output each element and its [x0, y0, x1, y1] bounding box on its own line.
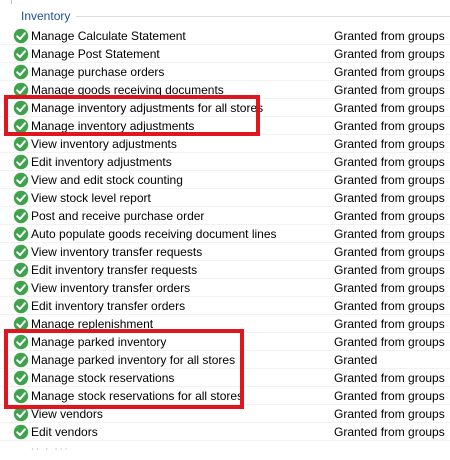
green-check-icon [13, 226, 29, 242]
green-check-icon [13, 244, 29, 260]
permission-row[interactable]: Manage purchase orders Granted from group… [0, 63, 450, 81]
permission-row[interactable]: Manage inventory adjustments for all sto… [0, 99, 450, 117]
permission-name: View inventory transfer requests [31, 245, 203, 259]
group-header-inventory[interactable]: Inventory [14, 9, 450, 23]
permission-status: Granted from groups [334, 371, 445, 385]
green-check-icon [13, 424, 29, 440]
permission-name: View inventory adjustments [31, 137, 177, 151]
permission-name: Manage Calculate Statement [31, 29, 186, 43]
permission-status: Granted from groups [334, 29, 445, 43]
permission-row[interactable]: View vendors Granted from groups [0, 405, 450, 423]
green-check-icon [13, 100, 29, 116]
permission-name: Manage stock reservations for all stores [31, 389, 244, 403]
permission-name: Manage stock reservations [31, 371, 175, 385]
permission-status: Granted from groups [334, 101, 445, 115]
green-check-icon [13, 64, 29, 80]
permission-status: Granted from groups [334, 137, 445, 151]
green-check-icon [13, 370, 29, 386]
row-divider [0, 440, 450, 441]
permission-status: Granted from groups [334, 245, 445, 259]
permission-row[interactable]: Manage replenishment Granted from groups [0, 315, 450, 333]
permission-name: Post and receive purchase order [31, 209, 205, 223]
permission-row[interactable]: Manage inventory adjustments Granted from… [0, 117, 450, 135]
green-check-icon [13, 298, 29, 314]
permission-row[interactable]: View and edit stock counting Granted from… [0, 171, 450, 189]
permission-status: Granted from groups [334, 317, 445, 331]
green-check-icon [13, 172, 29, 188]
permission-row[interactable]: Manage stock reservations for all stores… [0, 387, 450, 405]
permission-name: Manage parked inventory [31, 335, 167, 349]
permission-status: Granted from groups [334, 281, 445, 295]
permission-name: Manage inventory adjustments for all sto… [31, 101, 264, 115]
permission-status: Granted from groups [334, 407, 445, 421]
permission-name: Manage replenishment [31, 317, 154, 331]
green-check-icon [13, 46, 29, 62]
permission-status: Granted from groups [334, 65, 445, 79]
green-check-icon [13, 136, 29, 152]
permission-name: Edit inventory transfer requests [31, 263, 198, 277]
permission-name: Edit inventory transfer orders [31, 299, 186, 313]
green-check-icon [13, 154, 29, 170]
green-check-icon [13, 118, 29, 134]
permission-name: Manage parked inventory for all stores [31, 353, 236, 367]
green-check-icon [13, 82, 29, 98]
permission-name: View vendors [31, 407, 103, 421]
permission-row[interactable]: Manage parked inventory Granted from grou… [0, 333, 450, 351]
permission-row[interactable]: Edit vendors Granted from groups [0, 423, 450, 441]
green-check-icon [13, 28, 29, 44]
permission-status: Granted from groups [334, 263, 445, 277]
permission-status: Granted from groups [334, 209, 445, 223]
green-check-icon [13, 406, 29, 422]
permission-row[interactable]: Manage Post Statement Granted from groups [0, 45, 450, 63]
green-check-icon [13, 280, 29, 296]
permission-status: Granted from groups [334, 425, 445, 439]
permission-status: Granted from groups [334, 173, 445, 187]
permission-name: View inventory transfer orders [31, 281, 191, 295]
permission-row[interactable]: View stock level report Granted from grou… [0, 189, 450, 207]
green-check-icon [13, 262, 29, 278]
permission-name: View stock level report [31, 191, 151, 205]
permission-name: Edit inventory adjustments [31, 155, 172, 169]
permission-list: Manage Calculate Statement Granted from g… [0, 27, 450, 441]
permission-row[interactable]: Edit inventory transfer orders Granted fr… [0, 297, 450, 315]
permission-row[interactable]: Edit inventory transfer requests Granted … [0, 261, 450, 279]
permission-row[interactable]: Manage stock reservations Granted from gr… [0, 369, 450, 387]
permission-status: Granted from groups [334, 299, 445, 313]
permission-name: Manage Post Statement [31, 47, 160, 61]
permission-status: Granted from groups [334, 155, 445, 169]
permission-name: Manage purchase orders [31, 65, 165, 79]
green-check-icon [13, 334, 29, 350]
permission-row[interactable]: Auto populate goods receiving document l… [0, 225, 450, 243]
permission-status: Granted from groups [334, 191, 445, 205]
green-check-icon [13, 352, 29, 368]
permission-status: Granted from groups [334, 47, 445, 61]
permission-status: Granted from groups [334, 119, 445, 133]
green-check-icon [13, 388, 29, 404]
tree-connector [11, 0, 12, 4]
permission-name: Manage inventory adjustments [31, 119, 195, 133]
group-title: Inventory [21, 9, 71, 23]
permission-status: Granted from groups [334, 389, 445, 403]
permission-row[interactable]: View inventory transfer requests Granted … [0, 243, 450, 261]
permission-name: View and edit stock counting [31, 173, 183, 187]
permission-row[interactable]: Manage Calculate Statement Granted from g… [0, 27, 450, 45]
green-check-icon [13, 208, 29, 224]
permission-row[interactable]: Edit inventory adjustments Granted from g… [0, 153, 450, 171]
permission-status: Granted from groups [334, 227, 445, 241]
permission-name: Edit vendors [31, 425, 98, 439]
permission-name: Manage goods receiving documents [31, 83, 224, 97]
permission-row[interactable]: View inventory transfer orders Granted fr… [0, 279, 450, 297]
permission-name: Auto populate goods receiving document l… [31, 227, 277, 241]
permission-row[interactable]: Manage goods receiving documents Granted … [0, 81, 450, 99]
group-divider [76, 16, 450, 17]
permission-status: Granted from groups [334, 83, 445, 97]
permission-status: Granted from groups [334, 335, 445, 349]
permission-status: Granted [334, 353, 378, 367]
green-check-icon [13, 316, 29, 332]
permission-row[interactable]: Post and receive purchase order Granted f… [0, 207, 450, 225]
permission-row[interactable]: View inventory adjustments Granted from g… [0, 135, 450, 153]
next-group-header-cutoff: ˙˙ ˙ ˙˙˙ [31, 446, 70, 460]
green-check-icon [13, 190, 29, 206]
permission-row[interactable]: Manage parked inventory for all stores Gr… [0, 351, 450, 369]
